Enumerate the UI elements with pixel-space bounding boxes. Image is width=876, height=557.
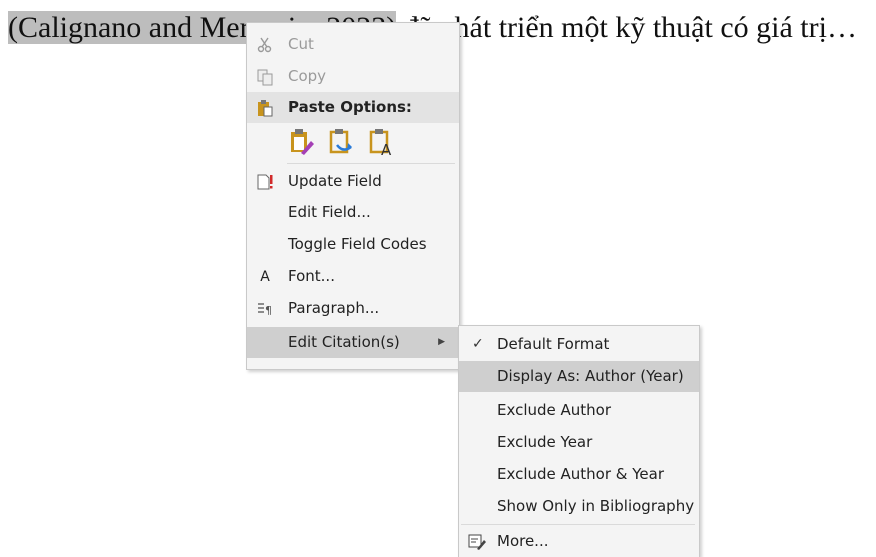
menu-separator xyxy=(287,163,455,164)
clipboard-icon xyxy=(256,99,274,117)
menu-item-paragraph[interactable]: ¶ Paragraph... xyxy=(247,293,459,324)
svg-text:A: A xyxy=(381,141,392,157)
menu-item-label: More... xyxy=(497,532,549,550)
menu-separator xyxy=(461,524,695,525)
chevron-right-icon: ▶ xyxy=(438,337,445,347)
menu-item-copy[interactable]: Copy xyxy=(247,61,459,92)
menu-item-update-field[interactable]: Update Field xyxy=(247,166,459,197)
submenu-item-exclude-author[interactable]: Exclude Author xyxy=(459,395,699,426)
paste-options-row: A xyxy=(247,123,459,161)
submenu-item-exclude-author-year[interactable]: Exclude Author & Year xyxy=(459,459,699,490)
scissors-icon xyxy=(256,36,274,54)
submenu-item-display-as-author-year[interactable]: Display As: Author (Year) xyxy=(459,361,699,392)
submenu-item-more[interactable]: More... xyxy=(459,526,699,557)
menu-item-edit-citations[interactable]: Edit Citation(s) ▶ xyxy=(247,327,459,358)
menu-item-toggle-field-codes[interactable]: Toggle Field Codes xyxy=(247,229,459,260)
menu-item-label: Edit Field... xyxy=(288,203,371,221)
edit-citation-submenu: ✓ Default Format Display As: Author (Yea… xyxy=(458,325,700,557)
submenu-item-default-format[interactable]: ✓ Default Format xyxy=(459,329,699,360)
submenu-item-show-only-bibliography[interactable]: Show Only in Bibliography xyxy=(459,491,699,522)
menu-item-label: Paste Options: xyxy=(288,98,412,116)
checkmark-icon: ✓ xyxy=(472,336,484,352)
menu-item-label: Copy xyxy=(288,67,327,85)
context-menu: Cut Copy Paste Options: A Update Field E… xyxy=(246,22,460,370)
paragraph-icon: ¶ xyxy=(256,300,274,318)
menu-item-font[interactable]: A Font... xyxy=(247,261,459,292)
menu-item-label: Default Format xyxy=(497,335,610,353)
font-icon: A xyxy=(260,269,270,285)
menu-item-label: Exclude Year xyxy=(497,433,593,451)
menu-item-edit-field[interactable]: Edit Field... xyxy=(247,197,459,228)
copy-icon xyxy=(256,68,274,86)
menu-item-label: Show Only in Bibliography xyxy=(497,497,695,515)
paste-merge-formatting-icon[interactable] xyxy=(327,127,355,157)
menu-item-label: Paragraph... xyxy=(288,299,380,317)
menu-item-label: Font... xyxy=(288,267,335,285)
menu-item-label: Display As: Author (Year) xyxy=(497,367,684,385)
menu-item-label: Exclude Author xyxy=(497,401,612,419)
menu-item-label: Cut xyxy=(288,35,314,53)
svg-text:¶: ¶ xyxy=(265,304,272,317)
menu-item-label: Edit Citation(s) xyxy=(288,333,400,351)
update-field-icon xyxy=(256,173,274,191)
menu-item-cut[interactable]: Cut xyxy=(247,29,459,60)
menu-item-label: Update Field xyxy=(288,172,382,190)
paste-keep-formatting-icon[interactable] xyxy=(287,127,315,157)
menu-item-label: Toggle Field Codes xyxy=(288,235,427,253)
paste-text-only-icon[interactable]: A xyxy=(367,127,395,159)
document-text: đã phát triển một kỹ thuật có giá trị… xyxy=(396,11,857,44)
menu-item-label: Exclude Author & Year xyxy=(497,465,665,483)
paste-options-header: Paste Options: xyxy=(247,92,459,123)
submenu-item-exclude-year[interactable]: Exclude Year xyxy=(459,427,699,458)
citation-edit-icon xyxy=(468,533,486,551)
